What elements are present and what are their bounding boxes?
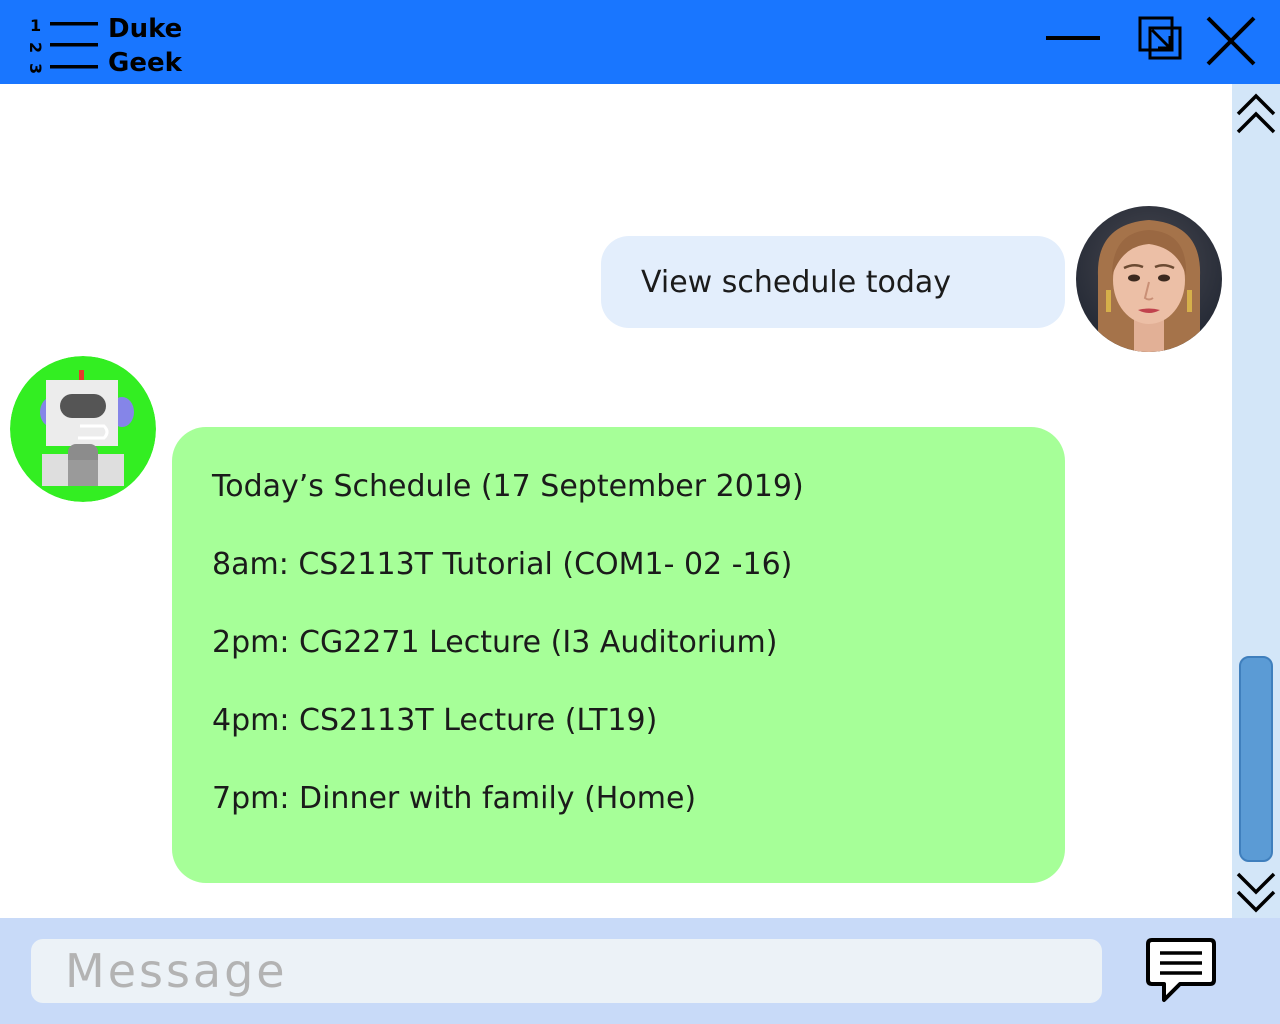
double-chevron-down-icon[interactable] [1232,870,1280,914]
minimize-icon[interactable] [1044,14,1100,70]
app-name-line1: Duke [108,14,183,44]
user-message-text: View schedule today [641,264,952,300]
user-message-bubble: View schedule today [601,236,1065,328]
chat-area[interactable]: View schedule today Today’s Schedule (17… [0,84,1232,918]
chat-bubble-icon[interactable] [1146,936,1216,1006]
bot-message-bubble: Today’s Schedule (17 September 2019) 8am… [172,427,1065,883]
scrollbar-thumb[interactable] [1239,656,1273,862]
schedule-title: Today’s Schedule (17 September 2019) [212,469,804,504]
app-name-line2: Geek [108,48,182,78]
close-icon[interactable] [1202,14,1258,70]
schedule-item: 2pm: CG2271 Lecture (I3 Auditorium) [212,625,778,660]
user-portrait-icon [1076,206,1222,352]
svg-text:3: 3 [28,63,45,74]
schedule-item: 4pm: CS2113T Lecture (LT19) [212,703,658,738]
schedule-item: 7pm: Dinner with family (Home) [212,781,697,816]
double-chevron-up-icon[interactable] [1232,92,1280,136]
svg-text:1: 1 [30,16,41,35]
user-avatar [1076,206,1222,352]
input-bar [0,918,1280,1024]
svg-text:2: 2 [28,42,45,53]
message-input[interactable] [31,939,1102,1003]
bot-avatar [10,356,156,502]
app-name: Duke Geek [108,12,182,80]
restore-icon[interactable] [1132,14,1188,70]
scrollbar[interactable] [1232,84,1280,918]
robot-icon [10,356,156,502]
schedule-item: 8am: CS2113T Tutorial (COM1- 02 -16) [212,547,793,582]
title-bar: 1 2 3 Duke Geek [0,0,1280,84]
numbered-list-icon: 1 2 3 [28,16,98,74]
